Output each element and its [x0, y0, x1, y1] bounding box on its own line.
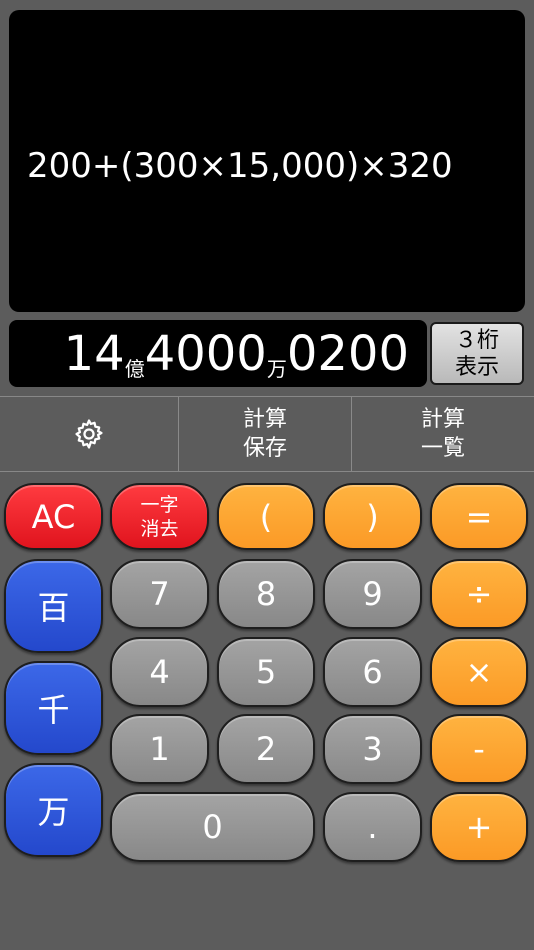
- result-man-digits: 4000: [144, 326, 267, 382]
- digit-0-button[interactable]: 0: [110, 792, 315, 862]
- result-man-unit: 万: [266, 357, 287, 381]
- digit-3-button[interactable]: 3: [323, 714, 422, 784]
- delete-char-button[interactable]: 一字 消去: [110, 483, 209, 550]
- delete-label-2: 消去: [140, 517, 179, 540]
- save-label-2: 保存: [242, 436, 287, 461]
- list-label-2: 一覧: [420, 436, 465, 461]
- toolbar: 計算 保存 計算 一覧: [0, 396, 534, 472]
- result-ones-digits: 0200: [286, 326, 409, 382]
- ten-thousand-button[interactable]: 万: [4, 763, 103, 857]
- digit-7-button[interactable]: 7: [110, 559, 209, 629]
- gear-icon: [72, 417, 106, 451]
- digit-9-button[interactable]: 9: [323, 559, 422, 629]
- digit-8-button[interactable]: 8: [217, 559, 315, 629]
- save-calculation-button[interactable]: 計算 保存: [178, 397, 351, 471]
- result-oku-digits: 14: [63, 326, 125, 382]
- expression-display: 200+(300×15,000)×320: [9, 10, 525, 312]
- decimal-point-button[interactable]: .: [323, 792, 422, 862]
- hundred-button[interactable]: 百: [4, 559, 103, 653]
- save-label-1: 計算: [242, 407, 287, 432]
- list-label-1: 計算: [420, 407, 465, 432]
- calculation-list-button[interactable]: 計算 一覧: [351, 397, 534, 471]
- delete-label-1: 一字: [140, 493, 179, 516]
- digit-6-button[interactable]: 6: [323, 637, 422, 707]
- three-digit-display-button[interactable]: ３桁 表示: [430, 322, 524, 385]
- close-paren-button[interactable]: ): [323, 483, 422, 550]
- calculator-app: 200+(300×15,000)×320 14 億 4000 万 0200 ３桁…: [0, 0, 534, 950]
- digit-2-button[interactable]: 2: [217, 714, 315, 784]
- expression-text: 200+(300×15,000)×320: [27, 146, 453, 186]
- open-paren-button[interactable]: (: [217, 483, 315, 550]
- divide-button[interactable]: ÷: [430, 559, 528, 629]
- plus-button[interactable]: +: [430, 792, 528, 862]
- digit-5-button[interactable]: 5: [217, 637, 315, 707]
- three-digit-label-2: 表示: [454, 355, 499, 380]
- settings-button[interactable]: [0, 397, 178, 471]
- result-value: 14 億 4000 万 0200: [64, 326, 409, 382]
- digit-4-button[interactable]: 4: [110, 637, 209, 707]
- minus-button[interactable]: -: [430, 714, 528, 784]
- all-clear-button[interactable]: AC: [4, 483, 103, 550]
- result-display: 14 億 4000 万 0200: [9, 320, 427, 387]
- digit-1-button[interactable]: 1: [110, 714, 209, 784]
- equals-button[interactable]: =: [430, 483, 528, 550]
- multiply-button[interactable]: ×: [430, 637, 528, 707]
- result-oku-unit: 億: [124, 357, 145, 381]
- thousand-button[interactable]: 千: [4, 661, 103, 755]
- three-digit-label-1: ３桁: [454, 328, 499, 353]
